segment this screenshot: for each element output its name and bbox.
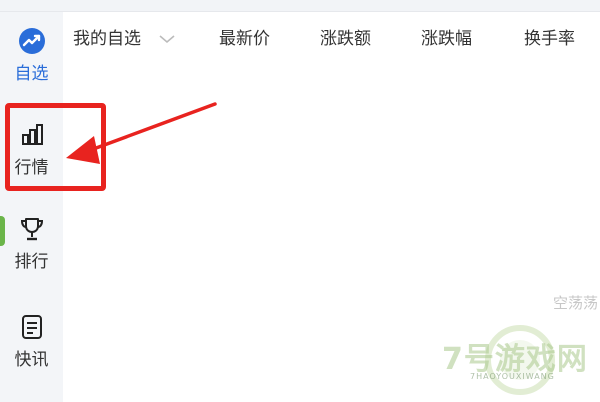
watermark-subtext: 7HAOYOUXIWANG [470, 372, 555, 381]
